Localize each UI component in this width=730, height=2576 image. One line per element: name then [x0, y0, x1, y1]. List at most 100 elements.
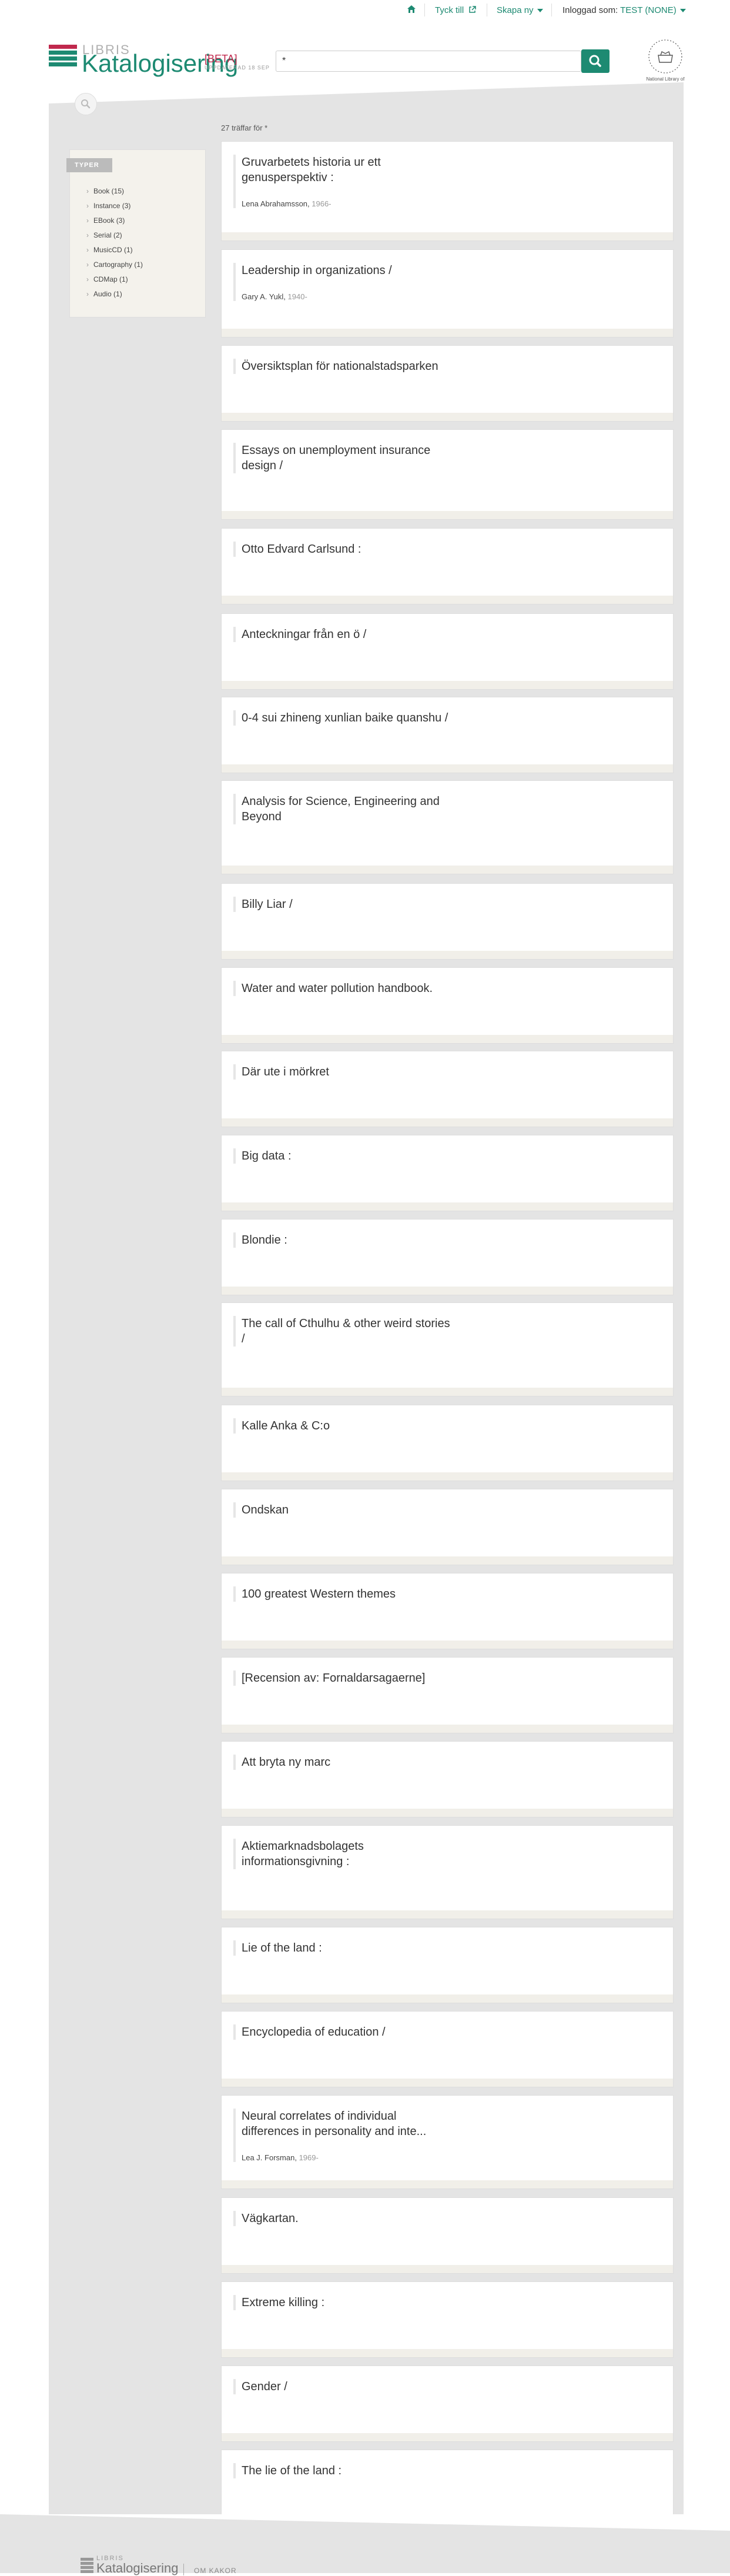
result-title[interactable]: Big data :	[242, 1148, 453, 1164]
result-title[interactable]: Neural correlates of individual differen…	[242, 2109, 453, 2139]
facets-heading: TYPER	[66, 158, 112, 172]
facet-item[interactable]: Instance (3)	[86, 199, 143, 213]
result-card-footer	[222, 1725, 673, 1733]
result-card[interactable]: The call of Cthulhu & other weird storie…	[221, 1302, 674, 1396]
result-title[interactable]: Encyclopedia of education /	[242, 2024, 453, 2040]
result-card[interactable]: Neural correlates of individual differen…	[221, 2095, 674, 2189]
toggle-search-button[interactable]	[75, 93, 97, 115]
result-card-footer	[222, 2265, 673, 2273]
result-card-body: Encyclopedia of education /	[233, 2024, 453, 2040]
result-card[interactable]: Gruvarbetets historia ur ett genusperspe…	[221, 141, 674, 241]
result-card-body: Ondskan	[233, 1502, 453, 1518]
author-name: Lea J. Forsman,	[242, 2153, 297, 2162]
result-title[interactable]: Water and water pollution handbook.	[242, 981, 453, 996]
feedback-link[interactable]: Tyck till	[435, 5, 477, 15]
result-title[interactable]: 0-4 sui zhineng xunlian baike quanshu /	[242, 710, 453, 726]
result-card[interactable]: Aktiemarknadsbolagets informationsgivnin…	[221, 1825, 674, 1919]
result-card[interactable]: Kalle Anka & C:o	[221, 1405, 674, 1481]
result-card[interactable]: [Recension av: Fornaldarsagaerne]	[221, 1657, 674, 1733]
facet-item[interactable]: Serial (2)	[86, 228, 143, 243]
result-card[interactable]: Analysis for Science, Engineering and Be…	[221, 780, 674, 874]
result-card[interactable]: Ondskan	[221, 1489, 674, 1565]
result-card[interactable]: 0-4 sui zhineng xunlian baike quanshu /	[221, 697, 674, 773]
result-title[interactable]: Lie of the land :	[242, 1940, 453, 1956]
result-card[interactable]: Blondie :	[221, 1219, 674, 1295]
author-name: Gary A. Yukl,	[242, 292, 286, 301]
result-card-body: Vägkartan.	[233, 2211, 453, 2226]
result-card[interactable]: Essays on unemployment insurance design …	[221, 429, 674, 520]
result-card-footer	[222, 1910, 673, 1919]
result-card[interactable]: Big data :	[221, 1135, 674, 1211]
result-card-footer	[222, 2349, 673, 2357]
result-title[interactable]: Analysis for Science, Engineering and Be…	[242, 794, 453, 824]
result-card[interactable]: Att bryta ny marc	[221, 1741, 674, 1817]
result-card[interactable]: Vägkartan.	[221, 2197, 674, 2274]
facet-item[interactable]: CDMap (1)	[86, 272, 143, 287]
facet-item[interactable]: Cartography (1)	[86, 258, 143, 272]
facet-item[interactable]: Audio (1)	[86, 287, 143, 302]
result-card-body: Essays on unemployment insurance design …	[233, 443, 453, 473]
result-title[interactable]: Gender /	[242, 2379, 453, 2394]
facet-item[interactable]: MusicCD (1)	[86, 243, 143, 258]
result-card-body: Leadership in organizations / Gary A. Yuk…	[233, 263, 453, 301]
result-title[interactable]: Vägkartan.	[242, 2211, 453, 2226]
result-card-body: The call of Cthulhu & other weird storie…	[233, 1316, 453, 1347]
result-card[interactable]: Billy Liar /	[221, 883, 674, 960]
result-card[interactable]: Extreme killing :	[221, 2281, 674, 2358]
result-card-footer	[222, 511, 673, 519]
author-name: Lena Abrahamsson,	[242, 199, 310, 208]
result-author[interactable]: Gary A. Yukl, 1940-	[242, 292, 453, 301]
result-title[interactable]: [Recension av: Fornaldarsagaerne]	[242, 1670, 453, 1686]
result-card-body: 0-4 sui zhineng xunlian baike quanshu /	[233, 710, 453, 726]
result-title[interactable]: Kalle Anka & C:o	[242, 1418, 453, 1434]
result-title[interactable]: Att bryta ny marc	[242, 1755, 453, 1770]
beta-updated: UPPDATERAD 18 SEP	[205, 65, 270, 71]
result-card[interactable]: 100 greatest Western themes	[221, 1573, 674, 1649]
create-new-dropdown[interactable]: Skapa ny	[497, 5, 543, 15]
result-card[interactable]: Encyclopedia of education /	[221, 2011, 674, 2087]
result-card-body: Översiktsplan för nationalstadsparken	[233, 359, 453, 374]
result-author[interactable]: Lea J. Forsman, 1969-	[242, 2153, 453, 2162]
result-card[interactable]: Otto Edvard Carlsund :	[221, 528, 674, 604]
result-card[interactable]: Leadership in organizations / Gary A. Yuk…	[221, 249, 674, 338]
search-button[interactable]	[581, 49, 610, 73]
result-title[interactable]: Där ute i mörkret	[242, 1064, 453, 1080]
result-title[interactable]: Billy Liar /	[242, 897, 453, 912]
result-card[interactable]: Översiktsplan för nationalstadsparken	[221, 345, 674, 422]
result-card-footer	[222, 1388, 673, 1396]
footer-cookies-link[interactable]: OM KAKOR	[194, 2567, 237, 2575]
facet-item[interactable]: Book (15)	[86, 184, 143, 199]
result-title[interactable]: Essays on unemployment insurance design …	[242, 443, 453, 473]
result-card[interactable]: Water and water pollution handbook.	[221, 967, 674, 1044]
result-title[interactable]: Leadership in organizations /	[242, 263, 453, 278]
result-card-body: Gender /	[233, 2379, 453, 2394]
result-title[interactable]: Ondskan	[242, 1502, 453, 1518]
result-title[interactable]: Gruvarbetets historia ur ett genusperspe…	[242, 155, 453, 185]
result-title[interactable]: Blondie :	[242, 1232, 453, 1248]
result-title[interactable]: Aktiemarknadsbolagets informationsgivnin…	[242, 1839, 453, 1869]
result-card-footer	[222, 1994, 673, 2003]
home-icon[interactable]	[407, 5, 416, 16]
header: LIBRIS Katalogisering [BETA] UPPDATERAD …	[0, 35, 730, 88]
logged-in-label: Inloggad som:	[562, 5, 618, 15]
result-card[interactable]: Gender /	[221, 2365, 674, 2442]
result-title[interactable]: The call of Cthulhu & other weird storie…	[242, 1316, 453, 1347]
result-card-footer	[222, 413, 673, 421]
result-title[interactable]: Otto Edvard Carlsund :	[242, 542, 453, 557]
result-title[interactable]: Extreme killing :	[242, 2295, 453, 2310]
user-menu[interactable]: Inloggad som: TEST (NONE)	[562, 5, 686, 15]
result-author[interactable]: Lena Abrahamsson, 1966-	[242, 199, 453, 208]
result-card-footer	[222, 866, 673, 874]
result-card-body: Lie of the land :	[233, 1940, 453, 1956]
result-card[interactable]: Anteckningar från en ö /	[221, 613, 674, 690]
result-card-footer	[222, 1035, 673, 1043]
result-card[interactable]: Där ute i mörkret	[221, 1051, 674, 1127]
result-title[interactable]: Översiktsplan för nationalstadsparken	[242, 359, 453, 374]
result-title[interactable]: 100 greatest Western themes	[242, 1586, 453, 1602]
result-title[interactable]: The lie of the land :	[242, 2463, 453, 2478]
facet-item[interactable]: EBook (3)	[86, 213, 143, 228]
search-input[interactable]: *	[276, 51, 581, 72]
result-title[interactable]: Anteckningar från en ö /	[242, 627, 453, 642]
facet-list: Book (15)Instance (3)EBook (3)Serial (2)…	[86, 184, 143, 302]
result-card[interactable]: Lie of the land :	[221, 1927, 674, 2003]
